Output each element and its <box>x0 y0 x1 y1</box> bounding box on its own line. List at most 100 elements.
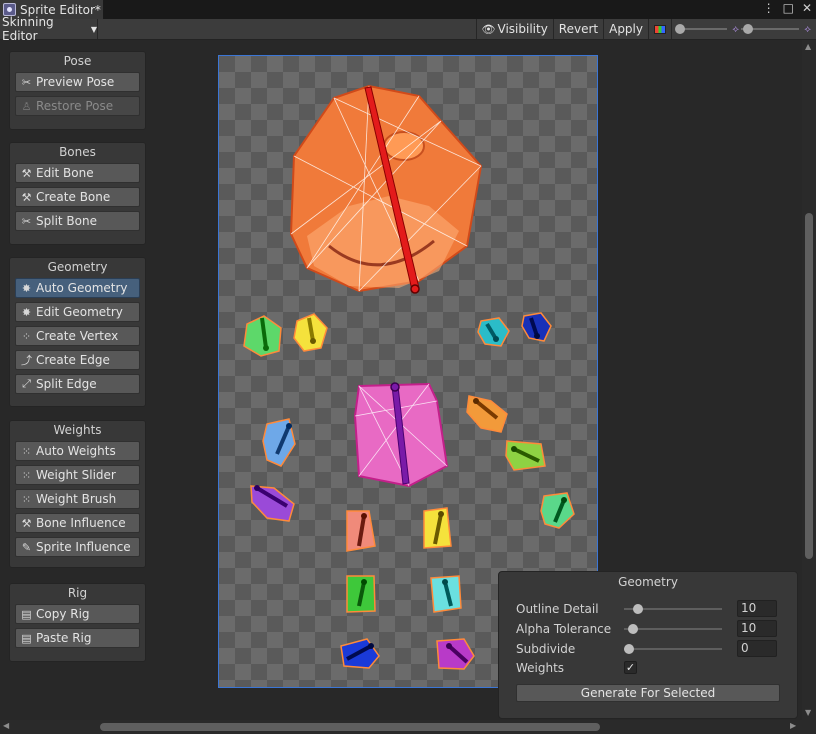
maximize-icon[interactable]: □ <box>783 1 794 15</box>
split-bone-label: Split Bone <box>36 214 97 228</box>
toolbar: Skinning Editor ▼ 👁 Visibility Revert Ap… <box>0 15 816 43</box>
create-edge-icon: ⤴ <box>21 354 32 367</box>
mip-level-icon: ⟡ <box>732 23 740 35</box>
sprite-leg-yellow[interactable] <box>423 507 452 549</box>
subdivide-slider[interactable] <box>624 640 722 658</box>
create-bone-label: Create Bone <box>36 190 111 204</box>
edit-bone-button[interactable]: ⚒ Edit Bone <box>15 163 140 183</box>
alpha-tolerance-slider[interactable] <box>624 620 722 638</box>
sprite-limb-orange[interactable] <box>466 395 508 433</box>
scroll-up-icon[interactable]: ▲ <box>805 42 811 51</box>
copy-rig-label: Copy Rig <box>36 607 90 621</box>
sprite-foot-green[interactable] <box>346 575 376 613</box>
bone-influence-label: Bone Influence <box>36 516 126 530</box>
auto-geometry-button[interactable]: ✸ Auto Geometry <box>15 278 140 298</box>
horizontal-scrollbar[interactable]: ◀ ▶ <box>0 720 816 734</box>
auto-geometry-label: Auto Geometry <box>36 281 128 295</box>
create-bone-icon: ⚒ <box>21 190 32 204</box>
preview-pose-button[interactable]: ✂ Preview Pose <box>15 72 140 92</box>
create-edge-button[interactable]: ⤴ Create Edge <box>15 350 140 370</box>
sprite-influence-label: Sprite Influence <box>36 540 131 554</box>
create-bone-button[interactable]: ⚒ Create Bone <box>15 187 140 207</box>
sprite-hand-teal[interactable] <box>477 317 510 347</box>
copy-rig-button[interactable]: ▤ Copy Rig <box>15 604 140 624</box>
sprite-head[interactable] <box>289 84 483 294</box>
rig-panel: Rig ▤ Copy Rig ▤ Paste Rig <box>9 583 146 662</box>
sprite-foot-magenta[interactable] <box>436 638 475 670</box>
close-icon[interactable]: ✕ <box>802 1 812 15</box>
mip-level-max-icon: ⟡ <box>804 23 811 35</box>
subdivide-row: Subdivide 0 <box>516 640 781 658</box>
weight-brush-button[interactable]: ⁙ Weight Brush <box>15 489 140 509</box>
alpha-tolerance-knob[interactable] <box>627 624 638 634</box>
more-options-icon[interactable]: ⋮ <box>763 1 775 15</box>
weight-slider-icon: ⁙ <box>21 468 32 482</box>
weight-slider-button[interactable]: ⁙ Weight Slider <box>15 465 140 485</box>
paste-rig-button[interactable]: ▤ Paste Rig <box>15 628 140 648</box>
sprite-influence-button[interactable]: ✎ Sprite Influence <box>15 537 140 557</box>
color-channels-button[interactable] <box>648 19 671 39</box>
paste-rig-icon: ▤ <box>21 631 32 645</box>
sprite-limb-lime[interactable] <box>505 440 546 471</box>
auto-weights-button[interactable]: ⁙ Auto Weights <box>15 441 140 461</box>
restore-pose-label: Restore Pose <box>36 99 114 113</box>
sprite-limb-purple[interactable] <box>250 485 295 522</box>
subdivide-label: Subdivide <box>516 642 576 656</box>
sprite-limb-mint[interactable] <box>540 492 575 529</box>
sprite-foot-cyan[interactable] <box>430 575 462 613</box>
mode-dropdown-label: Skinning Editor <box>2 15 54 43</box>
geometry-popup-title: Geometry <box>618 575 678 589</box>
eye-icon: 👁 <box>481 22 496 36</box>
edit-bone-label: Edit Bone <box>36 166 94 180</box>
pose-panel: Pose ✂ Preview Pose ♙ Restore Pose <box>9 51 146 130</box>
edit-geometry-button[interactable]: ✸ Edit Geometry <box>15 302 140 322</box>
restore-pose-icon: ♙ <box>21 99 32 113</box>
scroll-right-icon[interactable]: ▶ <box>790 721 796 730</box>
sprite-limb-light-blue[interactable] <box>262 418 296 467</box>
split-bone-button[interactable]: ✂ Split Bone <box>15 211 140 231</box>
split-edge-button[interactable]: ⤢ Split Edge <box>15 374 140 394</box>
auto-weights-icon: ⁙ <box>21 444 32 458</box>
scroll-left-icon[interactable]: ◀ <box>3 721 9 730</box>
paste-rig-label: Paste Rig <box>36 631 92 645</box>
sprite-hand-yellow[interactable] <box>293 313 328 352</box>
weights-checkbox[interactable]: ✓ <box>624 661 637 674</box>
mode-dropdown[interactable]: Skinning Editor ▼ <box>0 15 98 43</box>
outline-detail-slider[interactable] <box>624 600 722 618</box>
bone-influence-button[interactable]: ⚒ Bone Influence <box>15 513 140 533</box>
zoom-slider[interactable] <box>675 19 730 39</box>
sprite-foot-blue[interactable] <box>340 638 380 669</box>
apply-button[interactable]: Apply <box>603 19 648 39</box>
sprite-torso[interactable] <box>353 382 449 488</box>
split-edge-icon: ⤢ <box>22 377 31 390</box>
subdivide-knob[interactable] <box>624 644 634 654</box>
split-edge-label: Split Edge <box>36 377 97 391</box>
rig-panel-title: Rig <box>67 586 88 600</box>
bone-influence-icon: ⚒ <box>21 516 32 530</box>
mip-level-slider[interactable] <box>741 19 800 39</box>
visibility-button[interactable]: 👁 Visibility <box>475 19 553 39</box>
bones-panel-title: Bones <box>59 145 96 159</box>
create-edge-label: Create Edge <box>36 353 110 367</box>
vertical-scrollbar[interactable]: ▲ ▼ <box>802 40 816 720</box>
horizontal-scroll-thumb[interactable] <box>100 723 600 731</box>
alpha-tolerance-field[interactable]: 10 <box>737 620 777 637</box>
weights-label: Weights <box>516 661 565 675</box>
weight-brush-icon: ⁙ <box>21 492 32 506</box>
geometry-panel: Geometry ✸ Auto Geometry ✸ Edit Geometry… <box>9 257 146 407</box>
outline-detail-knob[interactable] <box>632 604 643 614</box>
auto-weights-label: Auto Weights <box>36 444 116 458</box>
sprite-hand-green[interactable] <box>243 315 282 357</box>
subdivide-field[interactable]: 0 <box>737 640 777 657</box>
pose-panel-title: Pose <box>63 54 92 68</box>
restore-pose-button[interactable]: ♙ Restore Pose <box>15 96 140 116</box>
outline-detail-field[interactable]: 10 <box>737 600 777 617</box>
weights-panel-title: Weights <box>53 423 102 437</box>
generate-for-selected-button[interactable]: Generate For Selected <box>516 684 780 702</box>
vertical-scroll-thumb[interactable] <box>805 213 813 559</box>
sprite-hand-blue[interactable] <box>521 312 552 342</box>
scroll-down-icon[interactable]: ▼ <box>805 708 811 717</box>
revert-button[interactable]: Revert <box>552 19 603 39</box>
sprite-leg-salmon[interactable] <box>346 510 376 552</box>
create-vertex-button[interactable]: ⁘ Create Vertex <box>15 326 140 346</box>
